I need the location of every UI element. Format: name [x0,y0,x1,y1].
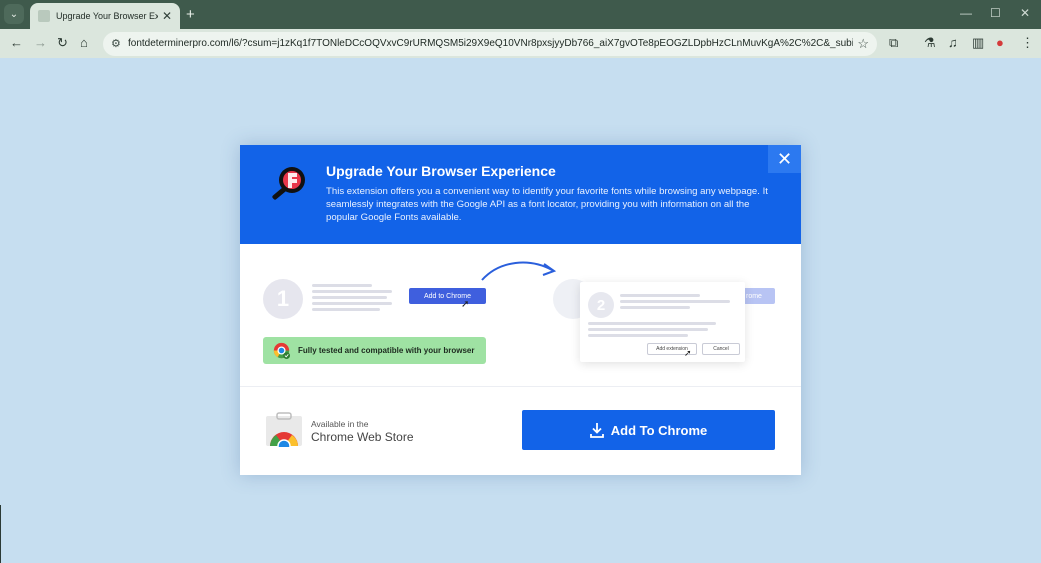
labs-icon[interactable]: ⚗ [924,35,936,51]
back-icon[interactable]: ← [10,35,23,50]
placeholder-line [312,296,387,299]
reload-icon[interactable]: ↻ [57,35,68,51]
placeholder-line [312,302,392,305]
install-steps: 1 Add to Chrome ➚ rome 2 Add extension C… [240,244,801,386]
maximize-icon[interactable]: ☐ [990,6,1001,20]
address-bar[interactable]: ⚙ fontdeterminerpro.com/l6/?csum=j1zKq1f… [103,32,877,56]
tab-search-icon[interactable]: ⌄ [4,4,24,24]
step-1-add-button: Add to Chrome [409,288,486,304]
store-name: Chrome Web Store [311,430,414,444]
placeholder-line [620,306,690,309]
chrome-check-icon [273,342,290,359]
placeholder-line [620,294,700,297]
modal-title: Upgrade Your Browser Experience [326,163,556,179]
extensions-icon[interactable]: ⧉ [889,35,898,51]
tab-strip: ⌄ Upgrade Your Browser Experie ✕ + — ☐ ✕ [0,0,1041,29]
forward-icon[interactable]: → [34,35,47,50]
minimize-icon[interactable]: — [960,6,972,20]
placeholder-line [588,328,708,331]
download-icon [589,423,604,438]
add-to-chrome-button[interactable]: Add To Chrome [522,410,775,450]
bookmark-star-icon[interactable]: ☆ [857,36,869,52]
tab-title: Upgrade Your Browser Experie [56,11,158,21]
placeholder-line [312,308,380,311]
cursor-icon: ➚ [684,348,692,358]
close-icon[interactable]: ✕ [768,145,801,173]
browser-toolbar: ← → ↻ ⌂ ⚙ fontdeterminerpro.com/l6/?csum… [0,29,1041,58]
favicon-icon [38,10,50,22]
ghost-button: rome [740,288,775,304]
url-text[interactable]: fontdeterminerpro.com/l6/?csum=j1zKq1f7T… [128,38,853,49]
browser-tab[interactable]: Upgrade Your Browser Experie ✕ [30,3,180,29]
page-background-bottom [0,505,1041,563]
site-info-icon[interactable]: ⚙ [111,37,121,50]
window-close-icon[interactable]: ✕ [1020,6,1030,20]
sidebar-icon[interactable]: ▥ [972,35,984,51]
store-available-text: Available in the [311,419,369,429]
placeholder-line [620,300,730,303]
arrow-icon [481,261,557,281]
compatibility-badge: Fully tested and compatible with your br… [263,337,486,364]
font-finder-logo-icon [272,167,305,200]
cursor-icon: ➚ [461,299,470,310]
upgrade-modal: Upgrade Your Browser Experience This ext… [240,145,801,475]
menu-icon[interactable]: ⋮ [1021,35,1034,51]
home-icon[interactable]: ⌂ [80,35,88,50]
chrome-web-store-icon [266,412,302,447]
ghost-button-label: rome [746,292,762,300]
placeholder-line [312,290,392,293]
profile-icon[interactable]: ● [996,35,1004,50]
step-2-number: 2 [588,292,614,318]
media-icon[interactable]: ♫ [948,35,958,50]
divider [240,386,801,387]
new-tab-icon[interactable]: + [186,6,195,23]
step-2-card: 2 Add extension Cancel ➚ [580,282,745,362]
placeholder-line [588,334,688,337]
placeholder-line [312,284,372,287]
tab-close-icon[interactable]: ✕ [162,9,172,23]
step-1-number: 1 [263,279,303,319]
modal-header: Upgrade Your Browser Experience This ext… [240,145,801,244]
badge-text: Fully tested and compatible with your br… [298,346,475,355]
modal-description: This extension offers you a convenient w… [326,186,768,223]
placeholder-line [588,322,716,325]
cancel-mini-button: Cancel [702,343,740,355]
add-to-chrome-label: Add To Chrome [610,422,708,438]
